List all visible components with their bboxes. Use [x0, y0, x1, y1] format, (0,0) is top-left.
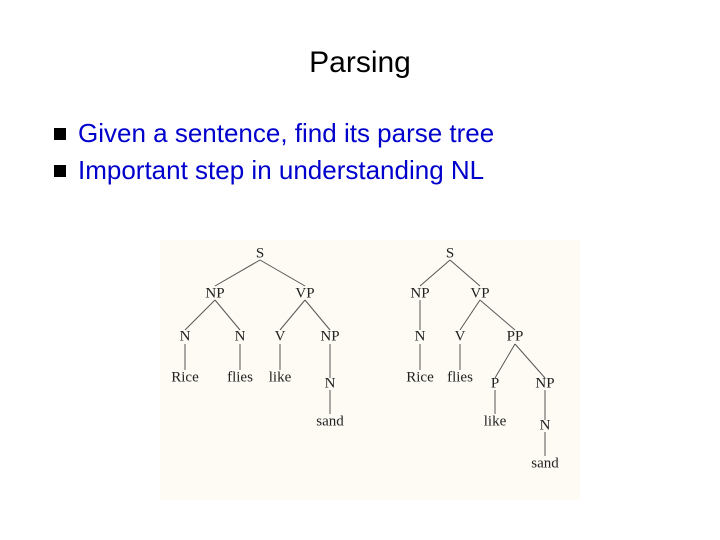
- tree2-S: S: [446, 246, 454, 263]
- tree2-N2: N: [540, 418, 551, 435]
- list-item: Important step in understanding NL: [54, 155, 494, 186]
- page-title: Parsing: [0, 46, 720, 80]
- tree2-P: P: [491, 376, 499, 393]
- slide: Parsing Given a sentence, find its parse…: [0, 0, 720, 540]
- tree1-Rice: Rice: [171, 370, 199, 387]
- tree2-like: like: [484, 414, 507, 431]
- tree2-VP: VP: [470, 286, 489, 303]
- list-item: Given a sentence, find its parse tree: [54, 118, 494, 149]
- tree1-N3: N: [325, 376, 336, 393]
- tree1-flies: flies: [227, 370, 253, 387]
- tree2-PP: PP: [507, 329, 524, 346]
- tree2-NP2: NP: [535, 376, 554, 393]
- parse-trees-figure: S NP VP N N V NP Rice flies like N sand …: [160, 240, 580, 500]
- bullet-list: Given a sentence, find its parse tree Im…: [54, 118, 494, 192]
- tree1-N: N: [180, 329, 191, 346]
- tree2-N: N: [415, 329, 426, 346]
- bullet-icon: [54, 128, 66, 140]
- bullet-text: Important step in understanding NL: [78, 155, 484, 186]
- tree1-N: N: [235, 329, 246, 346]
- tree2-NP: NP: [410, 286, 429, 303]
- tree1-NP: NP: [205, 286, 224, 303]
- tree2-flies: flies: [447, 370, 473, 387]
- tree1-like: like: [269, 370, 292, 387]
- tree1-NP2: NP: [320, 329, 339, 346]
- tree-edges: [160, 240, 580, 500]
- bullet-text: Given a sentence, find its parse tree: [78, 118, 494, 149]
- tree1-sand: sand: [316, 414, 344, 431]
- bullet-icon: [54, 165, 66, 177]
- tree2-sand: sand: [531, 456, 559, 473]
- tree2-Rice: Rice: [406, 370, 434, 387]
- tree1-VP: VP: [295, 286, 314, 303]
- tree2-V: V: [455, 329, 466, 346]
- tree1-V: V: [275, 329, 286, 346]
- tree1-S: S: [256, 246, 264, 263]
